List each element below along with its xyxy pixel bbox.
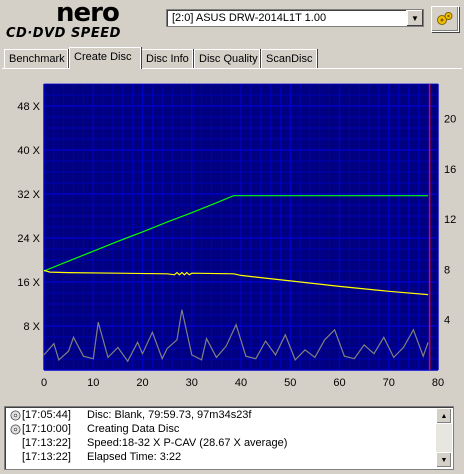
x-tick-label: 40	[235, 377, 247, 389]
chevron-down-icon[interactable]: ▼	[406, 10, 423, 26]
x-tick-label: 80	[432, 377, 444, 389]
scroll-up-icon[interactable]: ▲	[436, 408, 452, 424]
log-message: Elapsed Time: 3:22	[87, 451, 182, 463]
x-tick-label: 30	[186, 377, 198, 389]
x-tick-label: 60	[333, 377, 345, 389]
speed-chart-svg: 8 X 16 X 24 X 32 X 40 X 48 X 4 8 12 16 20 0 10 20 30 40…	[17, 83, 456, 389]
x-tick-label: 70	[383, 377, 395, 389]
log-message: Creating Data Disc	[87, 423, 180, 435]
y-tick-label-right: 8	[444, 264, 450, 276]
y-tick-label-left: 48 X	[17, 101, 40, 113]
y-tick-label-right: 20	[444, 114, 456, 126]
drive-select-value: [2:0] ASUS DRW-2014L1T 1.00	[172, 12, 327, 24]
tab-scandisc[interactable]: ScanDisc	[261, 49, 317, 68]
y-tick-label-left: 8 X	[23, 321, 40, 333]
y-tick-label-right: 4	[444, 315, 450, 327]
y-tick-label-left: 24 X	[17, 233, 40, 245]
log-list[interactable]: [17:05:44] Disc: Blank, 79:59.73, 97m34s…	[4, 406, 454, 470]
y-tick-label-left: 40 X	[17, 145, 40, 157]
log-row: [17:13:22] Speed:18-32 X P-CAV (28.67 X …	[5, 437, 435, 451]
speed-chart: 8 X 16 X 24 X 32 X 40 X 48 X 4 8 12 16 20 0 10 20 30 40…	[0, 70, 464, 400]
log-row: [17:10:00] Creating Data Disc	[5, 423, 435, 437]
drive-select[interactable]: [2:0] ASUS DRW-2014L1T 1.00 ▼	[166, 9, 424, 27]
gears-icon	[437, 12, 453, 25]
x-tick-label: 50	[284, 377, 296, 389]
y-tick-label-right: 16	[444, 164, 456, 176]
y-tick-label-right: 12	[444, 214, 456, 226]
log-time: [17:10:00]	[22, 423, 71, 435]
tab-disc-quality[interactable]: Disc Quality	[194, 49, 260, 68]
disc-icon	[10, 424, 21, 435]
log-time: [17:13:22]	[22, 451, 71, 463]
nero-logo: nero	[56, 0, 120, 28]
tab-create-disc[interactable]: Create Disc	[69, 47, 141, 69]
log-message: Disc: Blank, 79:59.73, 97m34s23f	[87, 409, 252, 421]
log-row: [17:05:44] Disc: Blank, 79:59.73, 97m34s…	[5, 409, 435, 423]
log-time: [17:13:22]	[22, 437, 71, 449]
x-tick-label: 0	[41, 377, 47, 389]
log-row: [17:13:22] Elapsed Time: 3:22	[5, 451, 435, 465]
disc-icon	[10, 410, 21, 421]
tab-benchmark[interactable]: Benchmark	[4, 49, 68, 68]
scroll-down-icon[interactable]: ▼	[436, 452, 452, 468]
refresh-drive-button[interactable]	[431, 6, 459, 32]
log-time: [17:05:44]	[22, 409, 71, 421]
y-tick-label-left: 16 X	[17, 277, 40, 289]
cd-dvd-speed-logo: CD·DVD SPEED	[6, 26, 121, 41]
x-tick-label: 20	[136, 377, 148, 389]
y-tick-label-left: 32 X	[17, 189, 40, 201]
log-scrollbar[interactable]: ▲ ▼	[436, 408, 452, 468]
header: nero CD·DVD SPEED [2:0] ASUS DRW-2014L1T…	[0, 0, 464, 46]
x-tick-label: 10	[87, 377, 99, 389]
log-message: Speed:18-32 X P-CAV (28.67 X average)	[87, 437, 288, 449]
tab-disc-info[interactable]: Disc Info	[141, 49, 193, 68]
